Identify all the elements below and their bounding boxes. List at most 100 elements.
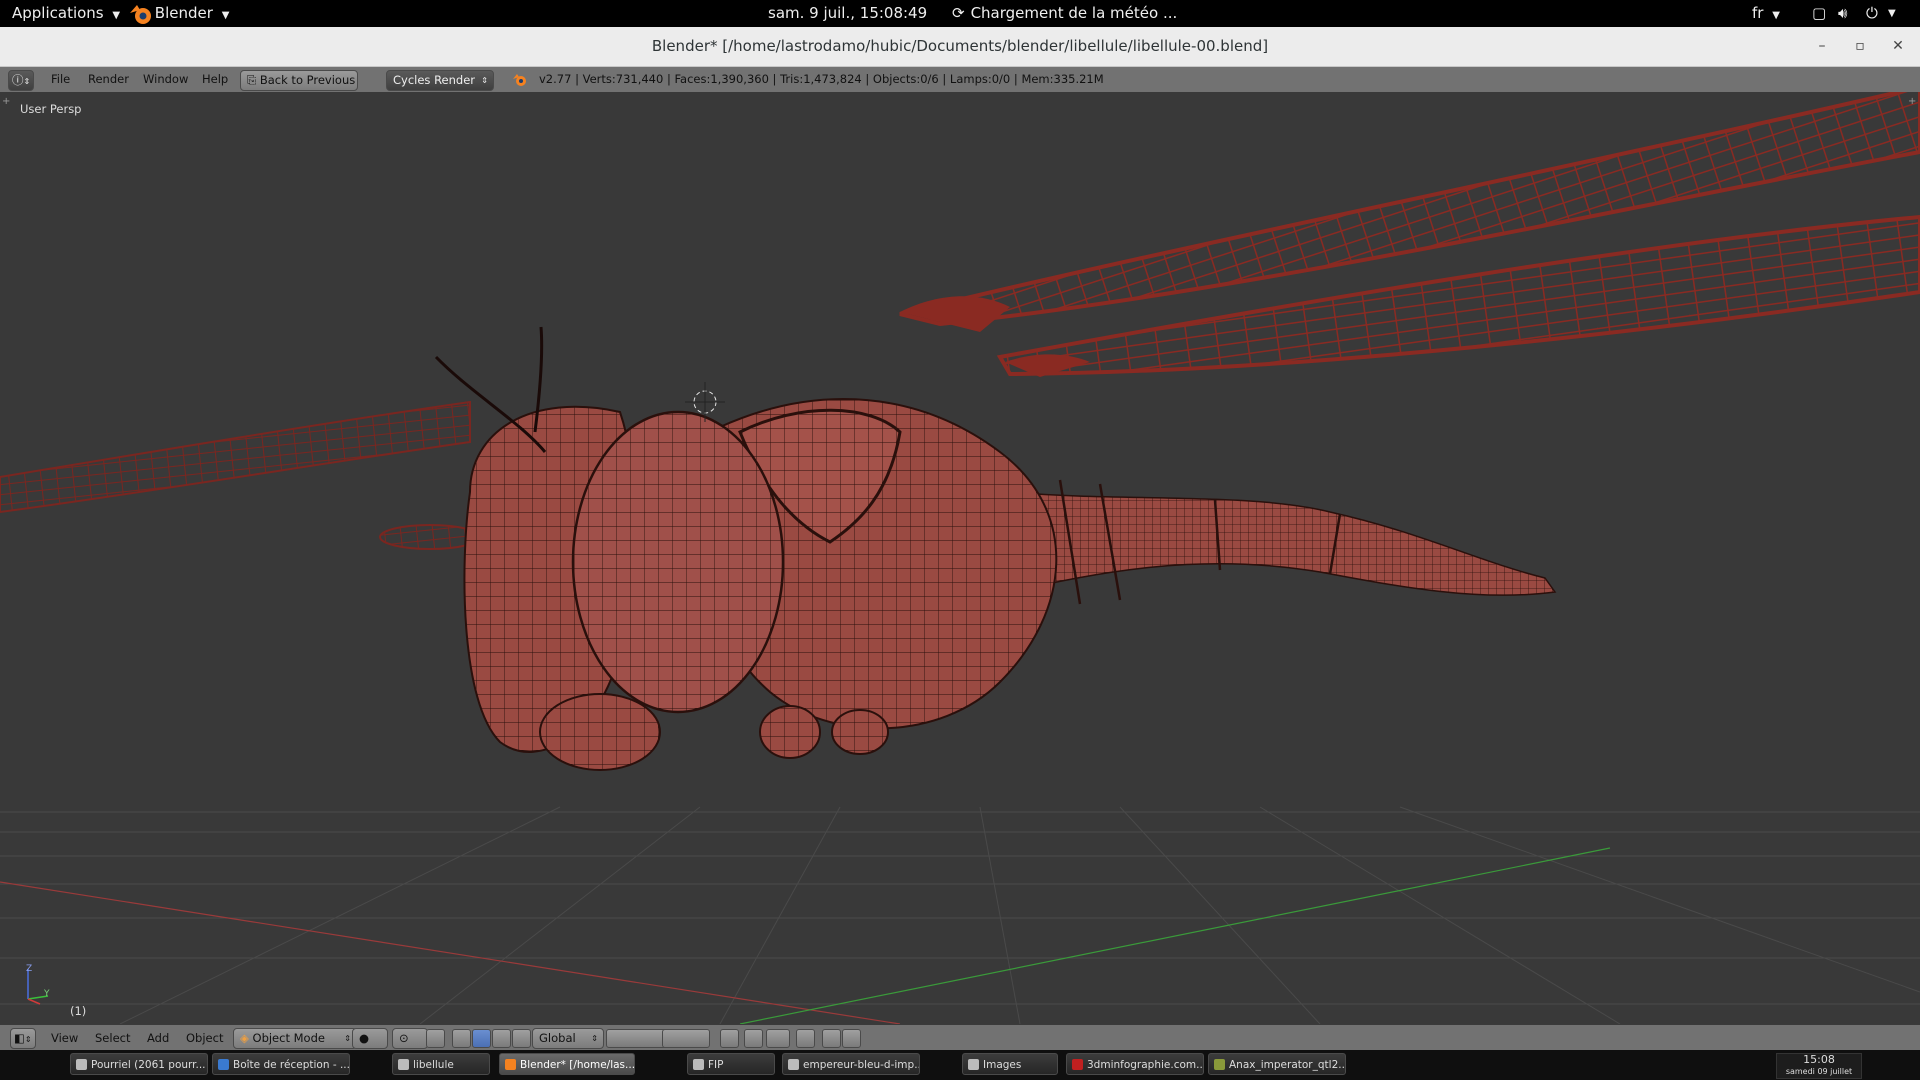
task-label: 3dminfographie.com... [1087,1059,1204,1071]
task-images[interactable]: Images [962,1053,1058,1075]
orientation-select[interactable]: Global ⇕ [532,1028,604,1049]
task-mail[interactable]: Pourriel (2061 pourr... [70,1053,208,1075]
back-to-previous-button[interactable]: ⎘ Back to Previous [240,70,358,91]
task-label: FIP [708,1059,724,1071]
region-toggle-left[interactable]: + [2,96,10,107]
task-blender[interactable]: Blender* [/home/las... [499,1053,635,1075]
clock-datetime[interactable]: sam. 9 juil., 15:08:49 [768,0,927,27]
orientation-label: Global [539,1031,576,1045]
document-icon [788,1059,799,1070]
task-label: Blender* [/home/las... [520,1059,635,1071]
folder-icon [968,1059,979,1070]
task-anax[interactable]: Anax_imperator_qtl2... [1208,1053,1346,1075]
rotate-manipulator-icon[interactable] [472,1029,491,1048]
editor-type-3d-button[interactable]: ◧⇕ [10,1028,36,1049]
maximize-button[interactable]: ▫ [1850,27,1870,66]
back-to-previous-label: Back to Previous [259,73,356,87]
menu-view[interactable]: View [51,1025,78,1051]
snap-element-icon[interactable] [766,1029,790,1048]
applications-label: Applications [12,4,104,22]
task-inbox[interactable]: Boîte de réception - ... [212,1053,350,1075]
chevron-down-icon[interactable]: ▼ [1888,0,1896,27]
info-icon: ⓘ [12,73,24,87]
window-title: Blender* [/home/lastrodamo/hubic/Documen… [651,37,1269,55]
image-icon [1214,1059,1225,1070]
layers-grid-2[interactable] [662,1029,710,1048]
blender-logo-icon [130,4,151,24]
keyboard-layout[interactable]: fr ▼ [1752,0,1780,27]
floor-grid [0,806,1920,1024]
pivot-select[interactable]: ⊙ [392,1028,428,1049]
app-menu-label: Blender [154,4,213,22]
browser-icon [218,1059,229,1070]
snap-target-icon[interactable] [796,1029,815,1048]
menu-add[interactable]: Add [147,1025,169,1051]
updown-icon: ⇕ [344,1034,351,1043]
task-libellule[interactable]: libellule [392,1053,490,1075]
weather-indicator[interactable]: ⟳ Chargement de la météo ... [952,0,1177,27]
transform-manipulator-icon[interactable] [512,1029,531,1048]
layer-lock-icon[interactable] [720,1029,739,1048]
task-fip[interactable]: FIP [687,1053,775,1075]
close-button[interactable]: ✕ [1888,27,1908,66]
task-label: empereur-bleu-d-imp... [803,1059,920,1071]
task-empereur[interactable]: empereur-bleu-d-imp... [782,1053,920,1075]
cube-icon: ◈ [240,1031,249,1045]
clock-date: samedi 09 juillet [1785,1067,1853,1076]
manipulator-toggle-icon[interactable] [426,1029,445,1048]
editor-type-button[interactable]: ⓘ⇕ [8,70,34,91]
task-label: Boîte de réception - ... [233,1059,350,1071]
mode-label: Object Mode [252,1031,325,1045]
power-icon[interactable]: ⏻ [1866,0,1878,27]
task-label: Pourriel (2061 pourr... [91,1059,206,1071]
x-axis-line [0,881,901,1024]
task-label: Images [983,1059,1022,1071]
minimize-button[interactable]: – [1812,27,1832,66]
menu-window[interactable]: Window [143,67,188,92]
task-label: Anax_imperator_qtl2... [1229,1059,1346,1071]
chevron-down-icon: ▼ [221,10,230,21]
app-menu-blender[interactable]: Blender ▼ [128,0,229,27]
folder-icon [398,1059,409,1070]
window-screen-icon[interactable]: ▢ [1812,0,1826,27]
render-icon[interactable] [822,1029,841,1048]
taskbar: Pourriel (2061 pourr... Boîte de récepti… [0,1050,1920,1080]
proportional-edit-icon[interactable] [744,1029,763,1048]
left-wing [0,400,481,550]
mail-icon [76,1059,87,1070]
render-engine-select[interactable]: Cycles Render ⇕ [386,70,494,91]
y-axis-line [739,847,1611,1024]
menu-help[interactable]: Help [202,67,228,92]
view-name-label: User Persp [20,102,82,116]
back-icon: ⎘ [247,73,257,87]
top-panel: Applications ▼ Blender ▼ sam. 9 juil., 1… [0,0,1920,27]
scale-manipulator-icon[interactable] [492,1029,511,1048]
viewport-scene[interactable] [0,92,1920,1024]
volume-icon[interactable]: 🔊︎ [1838,0,1847,27]
right-wings [899,92,1920,377]
menu-object[interactable]: Object [186,1025,223,1051]
keyboard-layout-label: fr [1752,4,1764,22]
solid-shading-icon: ● [359,1031,370,1045]
menu-select[interactable]: Select [95,1025,130,1051]
translate-manipulator-icon[interactable] [452,1029,471,1048]
view3d-icon: ◧ [14,1031,25,1045]
window-titlebar[interactable]: Blender* [/home/lastrodamo/hubic/Documen… [0,27,1920,67]
updown-icon: ⇕ [481,76,488,85]
menu-file[interactable]: File [51,67,70,92]
blender-icon [505,1059,516,1070]
task-filezilla[interactable]: 3dminfographie.com... [1066,1053,1204,1075]
taskbar-clock[interactable]: 15:08 samedi 09 juillet [1776,1053,1862,1079]
region-toggle-right[interactable]: + [1908,96,1916,107]
mode-select[interactable]: ◈ Object Mode ⇕ [233,1028,357,1049]
chevron-down-icon: ▼ [112,10,121,21]
radio-icon [693,1059,704,1070]
shading-select[interactable]: ● [352,1028,388,1049]
applications-menu[interactable]: Applications ▼ [12,0,120,27]
menu-render[interactable]: Render [88,67,129,92]
dragonfly-abdomen [1009,479,1557,605]
blender-logo-icon [512,67,528,92]
frame-label: (1) [70,1004,87,1018]
render-anim-icon[interactable] [842,1029,861,1048]
3d-viewport[interactable]: User Persp Z Y (1) + + [0,92,1920,1024]
